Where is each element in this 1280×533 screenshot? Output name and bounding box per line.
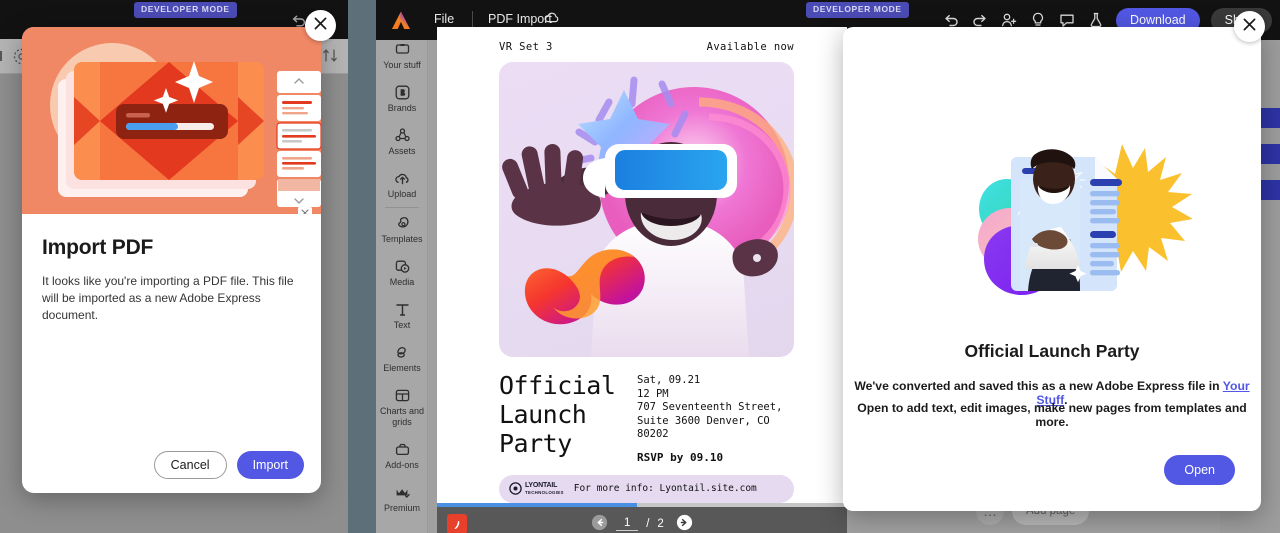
templates-icon [376, 215, 428, 232]
pdf-rsvp: RSVP by 09.10 [637, 450, 724, 464]
pdf-detail-row: Official Launch Party Sat, 09.21 12 PM 7… [499, 371, 794, 464]
pdf-title-line1: Official [499, 371, 616, 400]
pdf-address-line1: 707 Seventeenth Street, [637, 401, 783, 413]
charts-grids-icon [376, 387, 428, 404]
sidebar-item-label: Charts and grids [379, 406, 425, 427]
close-import-dialog-button[interactable] [305, 10, 336, 41]
upload-icon [376, 170, 428, 187]
sidebar-item-add-ons[interactable]: Add-ons [376, 441, 428, 471]
next-page-icon[interactable] [676, 514, 693, 533]
window-gutter [348, 0, 376, 533]
add-ons-icon [376, 441, 428, 458]
hamburger-icon[interactable] [0, 47, 10, 70]
total-pages: 2 [657, 518, 664, 530]
sidebar-item-label: Upload [387, 189, 417, 199]
dialog-line-2: Open to add text, edit images, make new … [857, 401, 1247, 429]
pdf-address-line3: 80202 [637, 428, 669, 440]
sidebar-item-text[interactable]: Text [376, 301, 428, 331]
sidebar-item-label: Your stuff [383, 60, 421, 70]
conversion-success-dialog: Official Launch Party We've converted an… [843, 27, 1261, 511]
dialog-line-1-lead: We've converted and saved this as a new … [854, 379, 1223, 393]
page-number-input[interactable]: 1 [616, 517, 639, 531]
import-pdf-dialog: Import PDF It looks like you're importin… [22, 27, 321, 493]
sidebar-item-your-stuff[interactable]: Your stuff [376, 40, 428, 71]
express-left-rail: Your stuff Brands Assets Upload Template… [376, 40, 428, 533]
open-button[interactable]: Open [1164, 455, 1235, 485]
pdf-eyebrow-right: Available now [706, 41, 794, 53]
close-icon [1242, 17, 1257, 37]
pdf-time: 12 PM [637, 387, 669, 400]
pdf-footer-band: LYONTAIL TECHNOLOGIES For more info: Lyon… [499, 474, 794, 503]
pdf-page-nav: 1 / 2 [437, 514, 847, 533]
pdf-more-info: For more info: Lyontail.site.com [573, 483, 757, 494]
sidebar-item-templates[interactable]: Templates [376, 215, 428, 245]
cancel-button[interactable]: Cancel [153, 451, 227, 479]
pdf-brand-logo: LYONTAIL TECHNOLOGIES [509, 482, 564, 496]
pdf-preview-overlay: VR Set 3 Available now Official Launch P… [437, 27, 847, 533]
import-pdf-illustration [22, 27, 321, 214]
sidebar-item-label: Text [393, 320, 411, 330]
brands-icon [376, 84, 428, 101]
sidebar-item-label: Templates [381, 234, 423, 244]
developer-mode-badge-right: DEVELOPER MODE [806, 2, 909, 18]
pdf-event-details: Sat, 09.21 12 PM 707 Seventeenth Street,… [637, 371, 794, 464]
pdf-title-block: Official Launch Party [499, 371, 637, 464]
pdf-eyebrow-left: VR Set 3 [499, 41, 553, 53]
sidebar-item-upload[interactable]: Upload [376, 170, 428, 200]
import-pdf-body: Import PDF It looks like you're importin… [22, 214, 321, 324]
elements-icon [376, 344, 428, 361]
pdf-page-content: VR Set 3 Available now Official Launch P… [499, 41, 794, 503]
sidebar-item-label: Brands [387, 103, 417, 113]
sidebar-item-label: Premium [383, 503, 420, 513]
sidebar-item-label: Assets [388, 146, 416, 156]
thumbnail-close-icon[interactable] [298, 206, 312, 214]
media-icon [376, 258, 428, 275]
pdf-date: Sat, 09.21 [637, 374, 701, 386]
sidebar-item-media[interactable]: Media [376, 258, 428, 288]
pdf-viewer-toolbar: 1 / 2 [437, 507, 847, 533]
your-stuff-icon [376, 41, 428, 58]
close-icon [313, 16, 328, 36]
adobe-express-logo-icon [390, 10, 412, 31]
sidebar-item-elements[interactable]: Elements [376, 344, 428, 374]
pdf-address-line2: Suite 3600 Denver, CO [637, 414, 770, 427]
page-separator: / [646, 518, 650, 530]
premium-crown-icon [376, 484, 428, 501]
import-button[interactable]: Import [236, 451, 304, 479]
sidebar-item-label: Media [389, 277, 415, 287]
dialog-title: Official Launch Party [964, 341, 1140, 361]
sidebar-item-charts-and-grids[interactable]: Charts and grids [376, 387, 428, 428]
rail-divider [384, 207, 419, 208]
close-conversion-dialog-button[interactable] [1234, 11, 1265, 42]
text-icon [376, 301, 428, 318]
pdf-title-line2: Launch [499, 400, 587, 429]
developer-mode-badge-left: DEVELOPER MODE [134, 2, 237, 18]
menu-file[interactable]: File [434, 12, 454, 26]
pdf-page: VR Set 3 Available now Official Launch P… [437, 27, 847, 505]
sort-icon[interactable] [322, 47, 340, 70]
screen: DEVELOPER MODE File PDF Import Download … [0, 0, 1280, 533]
sidebar-item-assets[interactable]: Assets [376, 127, 428, 157]
import-pdf-actions: Cancel Import [153, 451, 304, 479]
pdf-hero-image [499, 62, 794, 357]
pdf-eyebrow-row: VR Set 3 Available now [499, 41, 794, 53]
pdf-title-line3: Party [499, 429, 572, 458]
sidebar-item-brands[interactable]: Brands [376, 84, 428, 114]
sidebar-item-premium[interactable]: Premium [376, 484, 428, 514]
sidebar-item-label: Elements [383, 363, 421, 373]
prev-page-icon[interactable] [591, 514, 608, 533]
assets-icon [376, 127, 428, 144]
dialog-description: It looks like you're importing a PDF fil… [42, 274, 294, 322]
dialog-title: Import PDF [42, 236, 154, 259]
sidebar-item-label: Add-ons [385, 460, 419, 470]
conversion-illustration [962, 119, 1193, 319]
